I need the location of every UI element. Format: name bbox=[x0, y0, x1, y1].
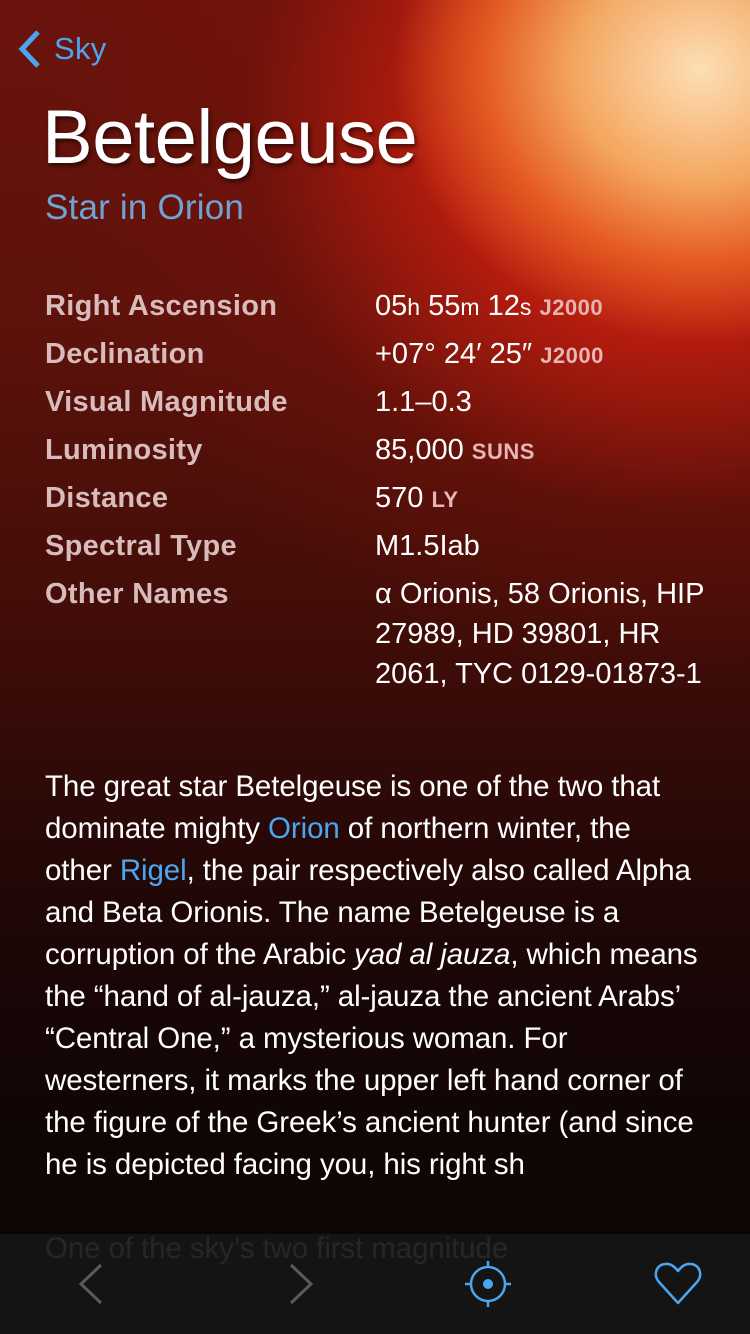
fact-value: 85,000 SUNS bbox=[375, 434, 535, 466]
fact-label: Declination bbox=[45, 338, 205, 370]
back-button[interactable]: Sky bbox=[16, 26, 107, 72]
fact-row-other-names: Other Names α Orionis, 58 Orionis, HIP 2… bbox=[45, 570, 725, 694]
bottom-toolbar bbox=[0, 1234, 750, 1334]
fact-unit: LY bbox=[431, 487, 459, 512]
locate-in-sky-button[interactable] bbox=[458, 1256, 518, 1312]
heart-icon bbox=[654, 1262, 702, 1305]
fact-value: M1.5Iab bbox=[375, 530, 480, 562]
chevron-left-icon bbox=[18, 30, 40, 68]
facts-table: Right Ascension 05h 55m 12s J2000 Declin… bbox=[45, 282, 725, 694]
fact-label: Visual Magnitude bbox=[45, 386, 288, 418]
fact-value: α Orionis, 58 Orionis, HIP 27989, HD 398… bbox=[375, 578, 704, 690]
link-rigel[interactable]: Rigel bbox=[120, 854, 187, 887]
link-orion[interactable]: Orion bbox=[268, 812, 340, 845]
back-label: Sky bbox=[54, 31, 107, 66]
fact-value: +07° 24′ 25″ J2000 bbox=[375, 338, 604, 370]
fact-row-visual-magnitude: Visual Magnitude 1.1–0.3 bbox=[45, 378, 725, 426]
fact-label: Distance bbox=[45, 482, 169, 514]
fact-label: Right Ascension bbox=[45, 290, 278, 322]
fact-unit: J2000 bbox=[540, 343, 604, 368]
fact-row-right-ascension: Right Ascension 05h 55m 12s J2000 bbox=[45, 282, 725, 330]
fact-row-spectral-type: Spectral Type M1.5Iab bbox=[45, 522, 725, 570]
page-subtitle: Star in Orion bbox=[45, 188, 245, 227]
fact-value: 1.1–0.3 bbox=[375, 386, 472, 418]
fact-row-distance: Distance 570 LY bbox=[45, 474, 725, 522]
fact-label: Luminosity bbox=[45, 434, 203, 466]
chevron-right-icon bbox=[289, 1263, 314, 1305]
crosshair-target-icon bbox=[465, 1261, 511, 1307]
fact-unit: SUNS bbox=[471, 439, 535, 464]
next-button[interactable] bbox=[272, 1256, 332, 1312]
page-title: Betelgeuse bbox=[42, 95, 418, 180]
description-paragraph: The great star Betelgeuse is one of the … bbox=[45, 770, 698, 1181]
fact-label: Other Names bbox=[45, 578, 229, 610]
chevron-left-icon bbox=[78, 1263, 103, 1305]
description: The great star Betelgeuse is one of the … bbox=[45, 766, 705, 1312]
fact-value: 05h 55m 12s J2000 bbox=[375, 290, 604, 322]
fact-label: Spectral Type bbox=[45, 530, 237, 562]
fact-unit: J2000 bbox=[539, 295, 604, 320]
fact-row-declination: Declination +07° 24′ 25″ J2000 bbox=[45, 330, 725, 378]
fact-row-luminosity: Luminosity 85,000 SUNS bbox=[45, 426, 725, 474]
previous-button[interactable] bbox=[60, 1256, 120, 1312]
fact-value: 570 LY bbox=[375, 482, 459, 514]
favorite-button[interactable] bbox=[648, 1256, 708, 1312]
